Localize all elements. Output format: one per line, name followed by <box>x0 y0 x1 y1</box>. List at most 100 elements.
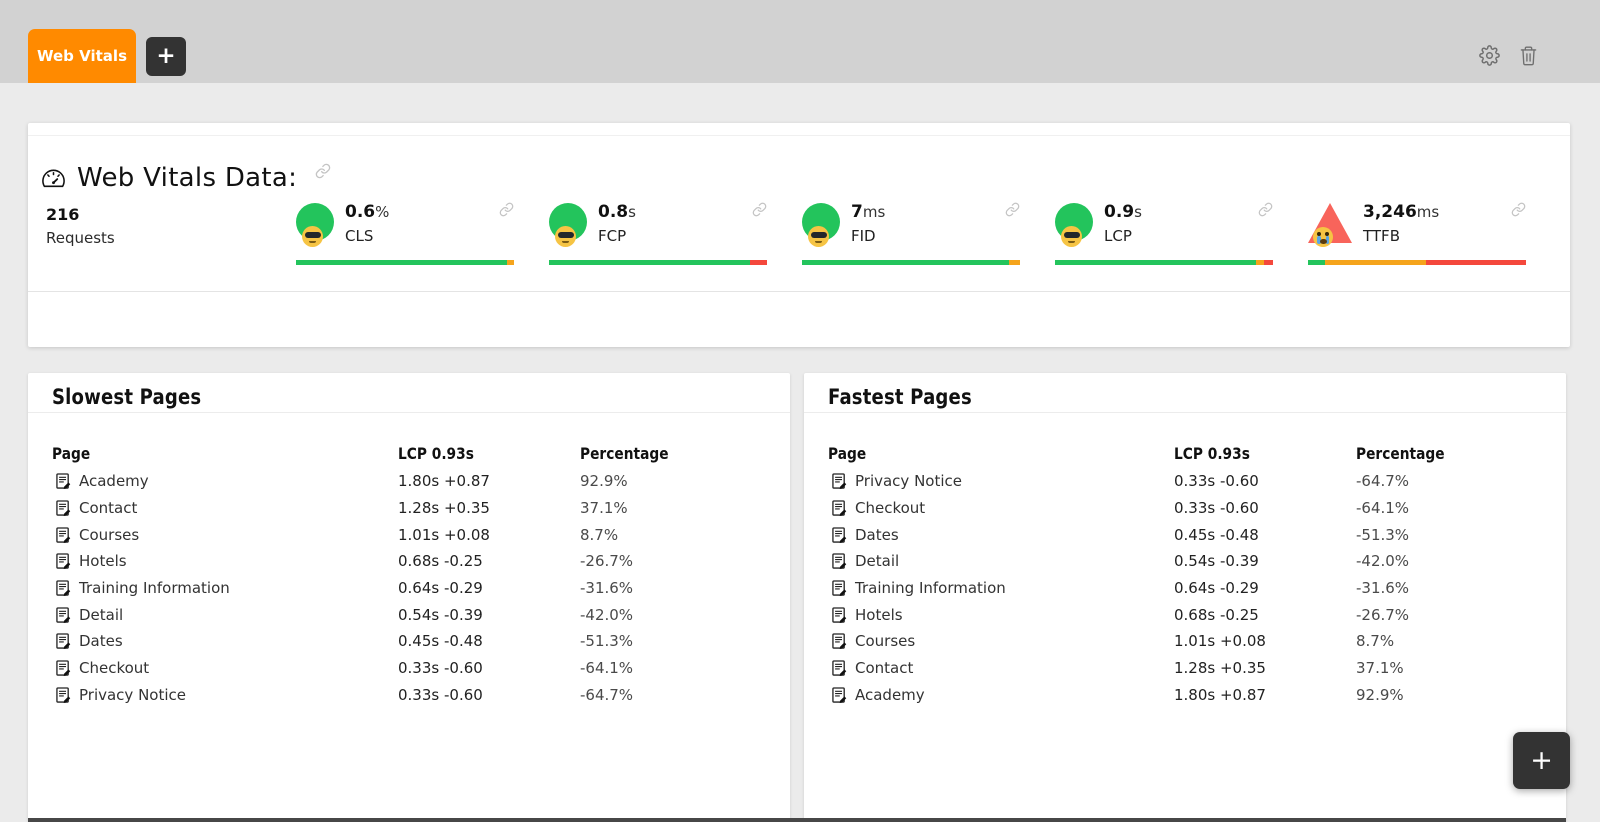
page-name: Checkout <box>855 499 926 518</box>
page-document-icon <box>832 553 847 570</box>
page-document-icon <box>832 660 847 677</box>
bar-segment-red <box>1264 260 1273 265</box>
lcp-value-cell: 0.33s -0.60 <box>1174 499 1259 518</box>
metric-status-bar <box>296 260 514 265</box>
gauge-speedometer-icon <box>42 169 65 187</box>
table-row[interactable]: Privacy Notice 0.33s -0.60 -64.7% <box>828 468 1542 495</box>
metric-texts: 0.8s FCP <box>598 202 636 245</box>
page-name: Privacy Notice <box>855 472 962 491</box>
link-icon[interactable] <box>752 202 767 217</box>
lcp-value-cell: 0.45s -0.48 <box>398 632 483 651</box>
table-row[interactable]: Detail 0.54s -0.39 -42.0% <box>52 601 766 628</box>
link-icon[interactable] <box>499 202 514 217</box>
panel-title-row: Fastest Pages <box>804 373 1566 413</box>
bar-segment-red <box>1425 260 1526 265</box>
link-icon[interactable] <box>1511 202 1526 217</box>
metric-texts: 0.6% CLS <box>345 202 389 245</box>
bar-segment-green <box>296 260 508 265</box>
lcp-value-cell: 0.54s -0.39 <box>1174 552 1259 571</box>
table-header-row: Page LCP 0.93s Percentage <box>828 444 1542 468</box>
table-row[interactable]: Dates 0.45s -0.48 -51.3% <box>52 628 766 655</box>
slowest-pages-panel: Slowest Pages Page LCP 0.93s Percentage Ac… <box>28 373 790 822</box>
happy-sunglasses-face-icon <box>549 201 589 247</box>
metric-texts: 0.9s LCP <box>1104 202 1142 245</box>
panel-title-row: Slowest Pages <box>28 373 790 413</box>
table-row[interactable]: Academy 1.80s +0.87 92.9% <box>828 682 1542 709</box>
page-document-icon <box>832 473 847 490</box>
trash-icon[interactable] <box>1519 45 1538 66</box>
table-row[interactable]: Courses 1.01s +0.08 8.7% <box>828 628 1542 655</box>
table-row[interactable]: Courses 1.01s +0.08 8.7% <box>52 521 766 548</box>
page-document-icon <box>56 473 71 490</box>
percentage-cell: 37.1% <box>580 499 628 518</box>
floating-add-button[interactable]: + <box>1513 732 1570 789</box>
page-name: Training Information <box>855 579 1006 598</box>
table-header-row: Page LCP 0.93s Percentage <box>52 444 766 468</box>
table-row[interactable]: Hotels 0.68s -0.25 -26.7% <box>52 548 766 575</box>
table-row[interactable]: Checkout 0.33s -0.60 -64.1% <box>828 495 1542 522</box>
table-row[interactable]: Training Information 0.64s -0.29 -31.6% <box>828 575 1542 602</box>
metric-texts: 7ms FID <box>851 202 885 245</box>
bar-segment-green <box>1055 260 1256 265</box>
table-row[interactable]: Contact 1.28s +0.35 37.1% <box>828 655 1542 682</box>
table-row[interactable]: Academy 1.80s +0.87 92.9% <box>52 468 766 495</box>
happy-sunglasses-face-icon <box>1055 201 1095 247</box>
link-icon[interactable] <box>1005 202 1020 217</box>
page-document-icon <box>56 687 71 703</box>
column-header: LCP 0.93s <box>398 444 474 463</box>
requests-metric: 216 Requests <box>46 205 115 247</box>
settings-gear-icon[interactable] <box>1479 45 1500 66</box>
table-row[interactable]: Privacy Notice 0.33s -0.60 -64.7% <box>52 682 766 709</box>
table-body: Academy 1.80s +0.87 92.9% Contact 1.28s … <box>52 468 766 708</box>
page-document-icon <box>832 527 847 543</box>
lcp-value-cell: 0.64s -0.29 <box>398 579 483 598</box>
metric-head: 0.6% CLS <box>296 201 514 247</box>
metric-ttfb: 3,246ms TTFB <box>1308 201 1526 267</box>
page-name-cell: Detail <box>52 606 398 624</box>
overview-divider <box>28 291 1570 292</box>
metric-value: 0.6% <box>345 202 390 222</box>
panel-title: Fastest Pages <box>828 385 972 409</box>
link-icon[interactable] <box>1258 202 1273 217</box>
bar-segment-green <box>549 260 750 265</box>
percentage-cell: -26.7% <box>1356 605 1410 624</box>
percentage-cell: -31.6% <box>1356 579 1410 598</box>
table-row[interactable]: Training Information 0.64s -0.29 -31.6% <box>52 575 766 602</box>
page-name: Detail <box>79 605 124 624</box>
page-document-icon <box>56 553 71 570</box>
bar-segment-orange <box>1009 260 1020 265</box>
page-name-cell: Academy <box>828 686 1174 704</box>
happy-sunglasses-face-icon <box>802 201 842 247</box>
page-name: Dates <box>855 525 899 544</box>
percentage-cell: -64.7% <box>580 685 634 704</box>
table-row[interactable]: Dates 0.45s -0.48 -51.3% <box>828 521 1542 548</box>
page-document-icon <box>832 633 847 650</box>
overview-link-icon[interactable] <box>315 163 331 179</box>
page-document-icon <box>56 660 71 677</box>
page-document-icon <box>56 607 71 623</box>
percentage-cell: -64.7% <box>1356 472 1410 491</box>
table-row[interactable]: Hotels 0.68s -0.25 -26.7% <box>828 601 1542 628</box>
table-row[interactable]: Detail 0.54s -0.39 -42.0% <box>828 548 1542 575</box>
metric-value: 0.9s <box>1104 202 1142 222</box>
percentage-cell: 8.7% <box>580 525 619 544</box>
tab-web-vitals[interactable]: Web Vitals <box>28 29 136 83</box>
table-row[interactable]: Checkout 0.33s -0.60 -64.1% <box>52 655 766 682</box>
percentage-cell: -64.1% <box>1356 499 1410 518</box>
topbar-actions <box>1479 45 1538 66</box>
table-body: Privacy Notice 0.33s -0.60 -64.7% Checko… <box>828 468 1542 708</box>
table-row[interactable]: Contact 1.28s +0.35 37.1% <box>52 495 766 522</box>
page-name: Checkout <box>79 659 150 678</box>
column-header: Page <box>828 444 867 463</box>
percentage-cell: -31.6% <box>580 579 634 598</box>
lcp-value-cell: 0.33s -0.60 <box>398 685 483 704</box>
metric-label: FCP <box>598 227 627 245</box>
page-name: Hotels <box>855 605 903 624</box>
lcp-value-cell: 1.80s +0.87 <box>398 472 490 491</box>
lcp-value-cell: 0.64s -0.29 <box>1174 579 1259 598</box>
pages-table: Page LCP 0.93s Percentage Academy 1.80s +0… <box>28 444 790 708</box>
overview-title: Web Vitals Data: <box>77 163 298 193</box>
page-name-cell: Detail <box>828 552 1174 570</box>
add-tab-button[interactable]: + <box>146 37 186 76</box>
metric-label: LCP <box>1104 227 1132 245</box>
